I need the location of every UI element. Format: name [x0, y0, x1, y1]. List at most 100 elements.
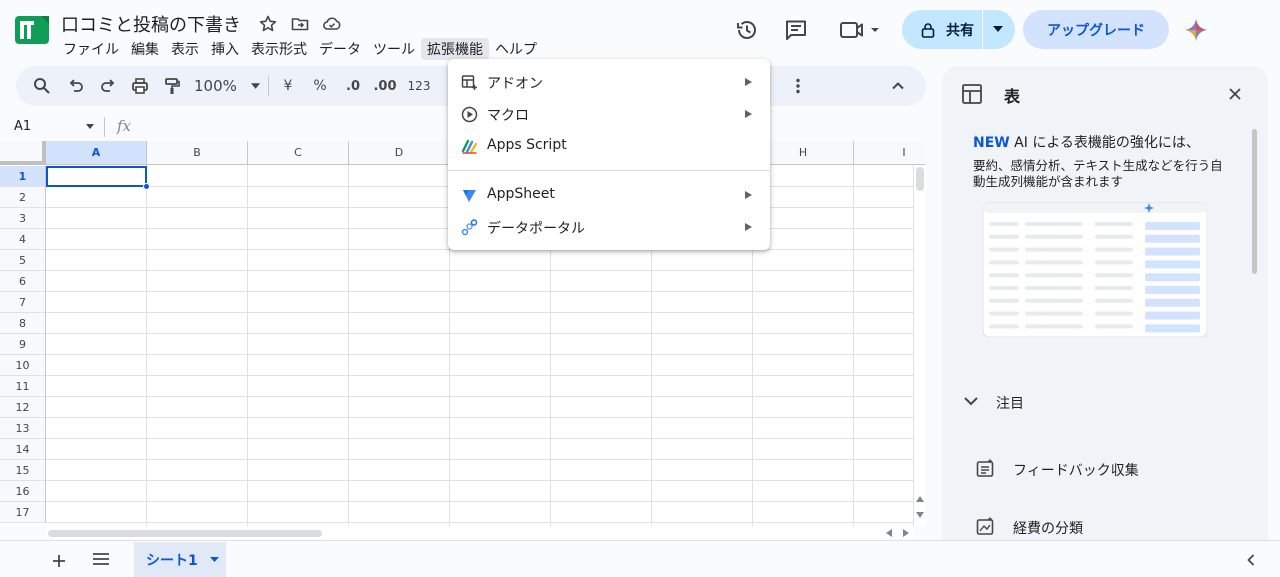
horizontal-scroll-thumb[interactable] — [48, 530, 322, 537]
chevron-left-icon[interactable] — [1244, 553, 1258, 567]
row-header[interactable]: 11 — [0, 376, 46, 397]
star-icon[interactable] — [258, 14, 278, 34]
illustration-bar — [1095, 273, 1133, 278]
close-icon[interactable] — [1227, 86, 1243, 102]
column-header[interactable]: A — [46, 141, 147, 165]
row-header[interactable]: 16 — [0, 481, 46, 502]
new-badge: NEW — [973, 135, 1010, 151]
chevron-down-icon[interactable] — [86, 124, 94, 129]
add-sheet-button[interactable] — [52, 548, 66, 572]
row-header[interactable]: 12 — [0, 397, 46, 418]
menu-edit[interactable]: 編集 — [125, 38, 165, 60]
menu-file[interactable]: ファイル — [57, 38, 125, 60]
menu-item-appsheet[interactable]: AppSheet — [448, 179, 770, 211]
decrease-decimal-button[interactable]: .0 — [340, 66, 366, 106]
move-folder-icon[interactable] — [290, 14, 310, 34]
scroll-up-icon[interactable] — [916, 496, 924, 502]
row-header[interactable]: 8 — [0, 313, 46, 334]
format-percent-button[interactable]: % — [310, 66, 330, 106]
illustration-bar — [1095, 260, 1133, 265]
row-header[interactable]: 3 — [0, 208, 46, 229]
illustration-bar — [1095, 298, 1133, 303]
vertical-scrollbar[interactable] — [913, 165, 926, 526]
name-box[interactable]: A1 — [14, 119, 31, 134]
upgrade-button[interactable]: アップグレード — [1023, 10, 1169, 49]
side-panel-tables: 表 NEW AI による表機能の強化には、 要約、感情分析、テキスト生成などを行… — [942, 66, 1268, 540]
column-header[interactable]: I — [854, 141, 926, 165]
increase-decimal-button[interactable]: .00 — [370, 66, 400, 106]
menu-insert[interactable]: 挿入 — [205, 38, 245, 60]
paint-format-button[interactable] — [160, 66, 184, 106]
vertical-scroll-thumb[interactable] — [916, 167, 924, 191]
format-currency-button[interactable]: ¥ — [278, 66, 298, 106]
panel-link-expenses[interactable]: 経費の分類 — [1013, 518, 1083, 538]
active-cell-a1[interactable] — [46, 166, 147, 187]
illustration-bar — [1041, 260, 1083, 265]
submenu-arrow-icon — [745, 223, 752, 231]
print-button[interactable] — [128, 66, 152, 106]
redo-button[interactable] — [96, 66, 120, 106]
fill-handle[interactable] — [143, 183, 150, 190]
zoom-select[interactable]: 100% — [194, 66, 260, 106]
menu-item-label: AppSheet — [487, 186, 555, 202]
sheet-tab-active[interactable]: シート1 — [134, 542, 226, 577]
cloud-saved-icon[interactable] — [322, 14, 342, 34]
more-formats-button[interactable]: 123 — [406, 66, 432, 106]
row-header[interactable]: 13 — [0, 418, 46, 439]
column-gridline — [853, 165, 854, 526]
share-options-button[interactable] — [983, 10, 1015, 49]
row-header[interactable]: 4 — [0, 229, 46, 250]
row-header[interactable]: 5 — [0, 250, 46, 271]
formula-divider — [104, 117, 105, 137]
sheets-logo-icon[interactable] — [15, 16, 49, 44]
menu-item-macros[interactable]: マクロ — [448, 98, 770, 130]
share-button[interactable]: 共有 — [902, 10, 982, 49]
row-header[interactable]: 1 — [0, 166, 46, 187]
featured-section-title[interactable]: 注目 — [996, 393, 1024, 413]
column-header[interactable]: D — [349, 141, 450, 165]
comments-icon[interactable] — [783, 17, 809, 43]
expenses-sparkle-icon — [976, 516, 994, 535]
gemini-icon[interactable] — [1184, 18, 1208, 42]
menu-tools[interactable]: ツール — [367, 38, 421, 60]
illustration-bar — [1041, 247, 1083, 252]
row-header[interactable]: 7 — [0, 292, 46, 313]
row-header[interactable]: 10 — [0, 355, 46, 376]
row-header[interactable]: 17 — [0, 502, 46, 523]
column-header[interactable]: B — [147, 141, 248, 165]
panel-link-feedback[interactable]: フィードバック収集 — [1013, 460, 1139, 480]
scroll-down-icon[interactable] — [916, 512, 924, 518]
scroll-left-icon[interactable] — [886, 529, 892, 537]
undo-button[interactable] — [64, 66, 88, 106]
menu-item-apps-script[interactable]: Apps Script — [448, 130, 770, 162]
illustration-bar — [1145, 286, 1200, 294]
select-all-corner[interactable] — [0, 141, 46, 165]
menu-format[interactable]: 表示形式 — [245, 38, 313, 60]
version-history-icon[interactable] — [734, 17, 760, 43]
menu-extensions[interactable]: 拡張機能 — [421, 38, 489, 60]
menu-data[interactable]: データ — [313, 38, 367, 60]
menu-item-data-portal[interactable]: データポータル — [448, 211, 770, 243]
hide-menus-button[interactable] — [888, 66, 908, 106]
row-header[interactable]: 6 — [0, 271, 46, 292]
more-options-button[interactable] — [788, 66, 808, 106]
scroll-right-icon[interactable] — [903, 529, 909, 537]
row-header[interactable]: 2 — [0, 187, 46, 208]
row-header[interactable]: 9 — [0, 334, 46, 355]
illustration-bar — [989, 298, 1019, 303]
illustration-bar — [1095, 286, 1133, 290]
all-sheets-menu-icon[interactable] — [92, 552, 110, 566]
chevron-down-icon[interactable] — [963, 395, 979, 407]
row-header[interactable]: 15 — [0, 460, 46, 481]
document-title[interactable]: 口コミと投稿の下書き — [61, 11, 241, 37]
feedback-sparkle-icon — [976, 458, 994, 477]
menu-help[interactable]: ヘルプ — [489, 38, 543, 60]
column-header[interactable]: C — [248, 141, 349, 165]
search-menus-button[interactable] — [30, 66, 54, 106]
illustration-bar — [1095, 311, 1133, 316]
meet-video-icon[interactable] — [838, 17, 882, 43]
menu-view[interactable]: 表示 — [165, 38, 205, 60]
row-header[interactable]: 14 — [0, 439, 46, 460]
menu-item-addons[interactable]: アドオン — [448, 66, 770, 98]
panel-scrollbar[interactable] — [1252, 129, 1257, 274]
